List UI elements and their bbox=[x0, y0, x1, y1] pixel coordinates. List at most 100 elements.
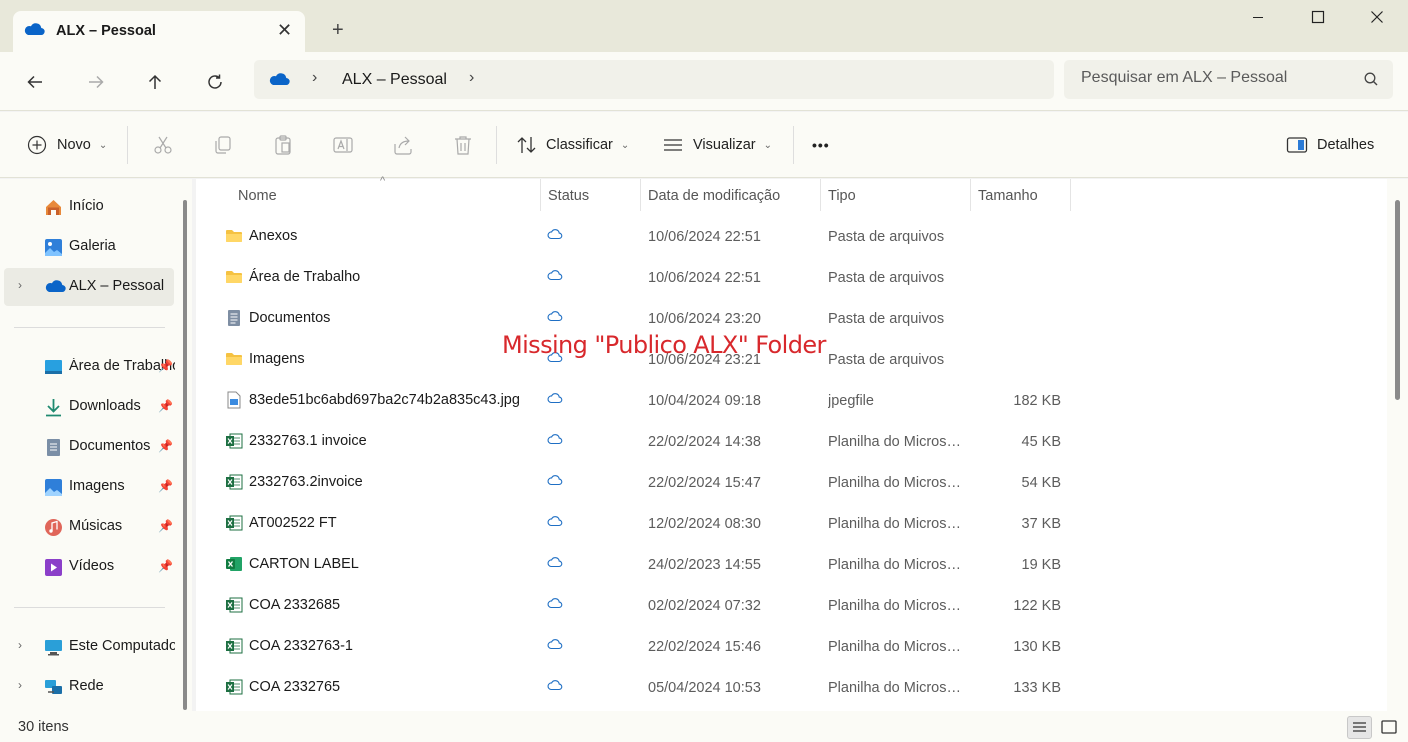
column-header-type[interactable]: Tipo bbox=[828, 185, 856, 209]
search-input[interactable] bbox=[1081, 69, 1351, 87]
file-row[interactable]: CARTON LABEL 24/02/2023 14:55 Planilha do … bbox=[196, 545, 1387, 586]
minimize-button[interactable] bbox=[1238, 10, 1278, 30]
large-icons-view-icon bbox=[1381, 720, 1397, 734]
sidebar-item-label: Galeria bbox=[69, 238, 116, 254]
sidebar-item-musicas[interactable]: Músicas 📌 bbox=[4, 508, 174, 546]
share-icon[interactable] bbox=[392, 134, 414, 156]
sidebar-item-este-computador[interactable]: › Este Computador bbox=[4, 628, 175, 666]
file-row[interactable]: COA 2332763-1 22/02/2024 15:46 Planilha do… bbox=[196, 627, 1387, 668]
file-list-scrollbar[interactable] bbox=[1387, 179, 1408, 711]
copy-icon[interactable] bbox=[212, 134, 234, 156]
videos-icon bbox=[44, 558, 63, 577]
file-type: Pasta de arquivos bbox=[828, 352, 945, 368]
arrow-right-icon bbox=[89, 75, 104, 89]
more-options-button[interactable]: ••• bbox=[812, 134, 830, 156]
details-view-icon bbox=[1353, 722, 1366, 732]
column-header-date[interactable]: Data de modificação bbox=[648, 185, 780, 209]
sidebar-item-galeria[interactable]: Galeria bbox=[4, 228, 174, 266]
pin-icon[interactable]: 📌 bbox=[158, 399, 173, 413]
excel-file-icon bbox=[225, 678, 243, 696]
refresh-icon bbox=[208, 74, 222, 89]
search-box[interactable] bbox=[1064, 60, 1393, 99]
column-separator[interactable] bbox=[820, 179, 821, 211]
file-type: Planilha do Microsoft Excel bbox=[828, 598, 963, 614]
file-name: Área de Trabalho bbox=[249, 269, 361, 285]
chevron-right-icon[interactable]: › bbox=[18, 638, 22, 652]
sidebar-item-inicio[interactable]: Início bbox=[4, 188, 174, 226]
pin-icon[interactable]: 📌 bbox=[158, 439, 173, 453]
pin-icon[interactable]: 📌 bbox=[158, 359, 173, 373]
scrollbar-thumb[interactable] bbox=[1395, 200, 1400, 400]
paste-icon[interactable] bbox=[272, 134, 294, 156]
file-row[interactable]: 83ede51bc6abd697ba2c74b2a835c43.jpg 10/04… bbox=[196, 381, 1387, 422]
column-separator[interactable] bbox=[640, 179, 641, 211]
column-separator[interactable] bbox=[1070, 179, 1071, 211]
new-tab-button[interactable]: + bbox=[332, 20, 344, 40]
status-bar: 30 itens bbox=[0, 711, 1408, 742]
refresh-button[interactable] bbox=[199, 66, 231, 98]
pin-icon[interactable]: 📌 bbox=[158, 479, 173, 493]
rename-icon[interactable] bbox=[332, 134, 354, 156]
view-button[interactable]: Visualizar ⌄ bbox=[662, 134, 772, 156]
folder-icon bbox=[225, 227, 243, 245]
file-date: 10/06/2024 22:51 bbox=[648, 270, 761, 286]
tab-close-icon[interactable]: ✕ bbox=[277, 21, 292, 39]
file-date: 02/02/2024 07:32 bbox=[648, 598, 761, 614]
column-header-size[interactable]: Tamanho bbox=[978, 185, 1038, 209]
back-button[interactable] bbox=[19, 66, 51, 98]
file-type: jpegfile bbox=[828, 393, 874, 409]
up-button[interactable] bbox=[139, 66, 171, 98]
image-file-icon bbox=[225, 391, 243, 409]
chevron-right-icon[interactable]: › bbox=[18, 678, 22, 692]
breadcrumb-separator[interactable]: › bbox=[312, 69, 317, 87]
sidebar-item-imagens[interactable]: Imagens 📌 bbox=[4, 468, 174, 506]
sort-label: Classificar bbox=[546, 137, 613, 153]
new-button[interactable]: Novo ⌄ bbox=[27, 134, 107, 156]
sidebar-item-downloads[interactable]: Downloads 📌 bbox=[4, 388, 174, 426]
column-header-status[interactable]: Status bbox=[548, 185, 589, 209]
search-icon[interactable] bbox=[1363, 71, 1379, 91]
file-row[interactable]: Área de Trabalho 10/06/2024 22:51 Pasta de… bbox=[196, 258, 1387, 299]
close-window-button[interactable] bbox=[1357, 10, 1397, 30]
file-row[interactable]: 2332763.2invoice 22/02/2024 15:47 Planilha… bbox=[196, 463, 1387, 504]
file-row[interactable]: COA 2332685 02/02/2024 07:32 Planilha do M… bbox=[196, 586, 1387, 627]
file-name: CARTON LABEL bbox=[249, 556, 359, 572]
delete-icon[interactable] bbox=[452, 134, 474, 156]
pin-icon[interactable]: 📌 bbox=[158, 559, 173, 573]
address-box[interactable]: › ALX – Pessoal › bbox=[254, 60, 1054, 99]
file-size: 133 KB bbox=[1013, 680, 1061, 696]
file-row[interactable]: AT002522 FT 12/02/2024 08:30 Planilha do M… bbox=[196, 504, 1387, 545]
details-view-button[interactable] bbox=[1347, 716, 1372, 739]
arrow-left-icon bbox=[27, 75, 42, 89]
file-row[interactable]: COA 2332765 05/04/2024 10:53 Planilha do M… bbox=[196, 668, 1387, 709]
sidebar-item-documentos[interactable]: Documentos 📌 bbox=[4, 428, 174, 466]
sidebar-item-area-de-trabalho[interactable]: Área de Trabalho 📌 bbox=[4, 348, 175, 386]
breadcrumb-separator[interactable]: › bbox=[469, 69, 474, 87]
file-row[interactable]: 2332763.1 invoice 22/02/2024 14:38 Planilh… bbox=[196, 422, 1387, 463]
cloud-status-icon bbox=[547, 392, 563, 408]
file-date: 10/06/2024 23:20 bbox=[648, 311, 761, 327]
excel-file-icon bbox=[225, 637, 243, 655]
breadcrumb-alx-pessoal[interactable]: ALX – Pessoal bbox=[342, 71, 447, 89]
maximize-button[interactable] bbox=[1298, 10, 1338, 30]
sidebar-scrollbar[interactable] bbox=[183, 200, 187, 710]
sidebar-item-videos[interactable]: Vídeos 📌 bbox=[4, 548, 174, 586]
sidebar-item-alx-pessoal[interactable]: › ALX – Pessoal bbox=[4, 268, 174, 306]
column-separator[interactable] bbox=[970, 179, 971, 211]
command-bar: Novo ⌄ Classificar ⌄ Visualizar ⌄ ••• De… bbox=[0, 112, 1408, 178]
tab-alx-pessoal[interactable]: ALX – Pessoal ✕ bbox=[13, 11, 305, 52]
file-row[interactable]: Anexos 10/06/2024 22:51 Pasta de arquivos bbox=[196, 217, 1387, 258]
file-type: Pasta de arquivos bbox=[828, 229, 945, 245]
column-header-name[interactable]: Nome bbox=[238, 185, 277, 209]
column-separator[interactable] bbox=[540, 179, 541, 211]
cut-icon[interactable] bbox=[152, 134, 174, 156]
forward-button[interactable] bbox=[80, 66, 112, 98]
sort-button[interactable]: Classificar ⌄ bbox=[516, 134, 629, 156]
computer-icon bbox=[44, 638, 63, 657]
pin-icon[interactable]: 📌 bbox=[158, 519, 173, 533]
chevron-right-icon[interactable]: › bbox=[18, 278, 22, 292]
tiles-view-button[interactable] bbox=[1378, 716, 1400, 738]
details-pane-button[interactable]: Detalhes bbox=[1286, 134, 1374, 156]
sidebar-item-rede[interactable]: › Rede bbox=[4, 668, 174, 706]
cloud-status-icon bbox=[547, 597, 563, 613]
